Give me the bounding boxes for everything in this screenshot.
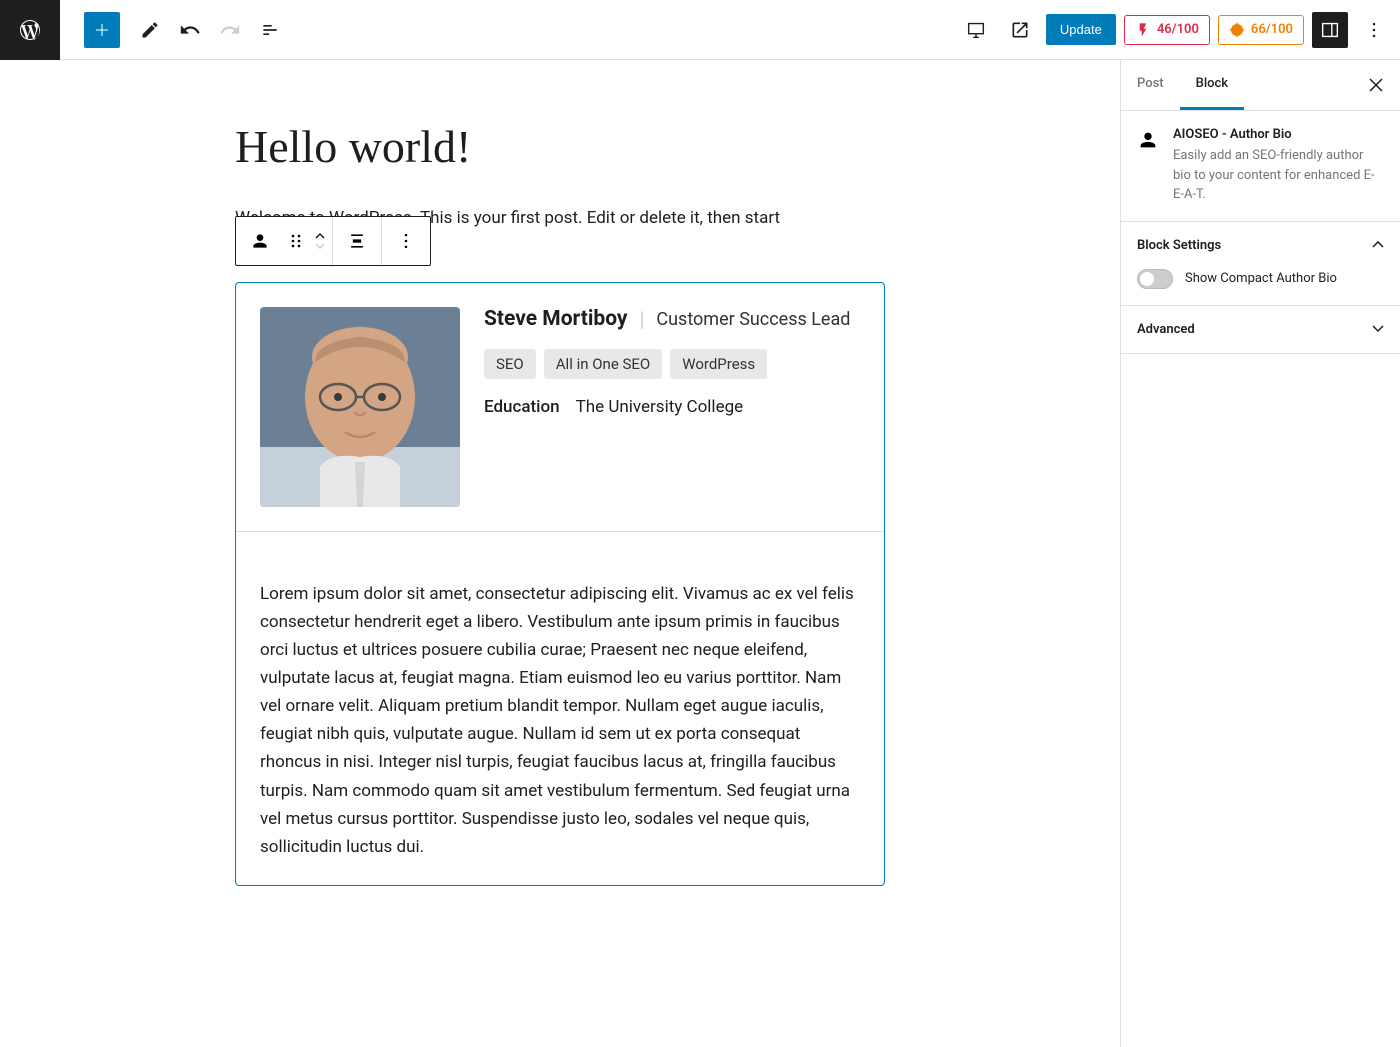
align-icon <box>347 231 367 251</box>
author-tag: WordPress <box>670 349 767 379</box>
sidebar-icon <box>1319 19 1341 41</box>
more-vertical-icon <box>1364 20 1384 40</box>
block-info-desc: Easily add an SEO-friendly author bio to… <box>1173 146 1384 205</box>
person-icon <box>250 231 270 251</box>
gear-icon <box>1229 22 1245 38</box>
section-block-settings-label: Block Settings <box>1137 238 1221 253</box>
close-sidebar-button[interactable] <box>1360 69 1392 101</box>
settings-sidebar: Post Block AIOSEO - Author Bio Easily ad… <box>1120 60 1400 1047</box>
preview-button[interactable] <box>1002 12 1038 48</box>
drag-handle[interactable] <box>284 217 308 265</box>
section-advanced[interactable]: Advanced <box>1121 306 1400 353</box>
author-name: Steve Mortiboy <box>484 307 628 331</box>
seo-score-red[interactable]: 46/100 <box>1124 15 1210 45</box>
chevron-up-icon <box>315 233 325 239</box>
block-info-icon <box>1137 129 1161 205</box>
author-tags: SEO All in One SEO WordPress <box>484 349 860 379</box>
undo-button[interactable] <box>172 12 208 48</box>
drag-icon <box>290 233 302 249</box>
block-toolbar <box>235 216 431 266</box>
external-link-icon <box>1010 20 1030 40</box>
bolt-icon <box>1135 22 1151 38</box>
update-button[interactable]: Update <box>1046 14 1116 45</box>
move-up-down[interactable] <box>308 217 332 265</box>
seo-score-orange[interactable]: 66/100 <box>1218 15 1304 45</box>
block-options-button[interactable] <box>382 217 430 265</box>
undo-icon <box>179 19 201 41</box>
chevron-up-icon <box>1372 241 1384 249</box>
tab-block[interactable]: Block <box>1180 60 1244 110</box>
toggle-compact-label: Show Compact Author Bio <box>1185 271 1337 286</box>
block-type-button[interactable] <box>236 217 284 265</box>
education-label: Education <box>484 397 560 417</box>
view-button[interactable] <box>958 12 994 48</box>
toggle-compact-bio[interactable] <box>1137 269 1173 289</box>
settings-sidebar-toggle[interactable] <box>1312 12 1348 48</box>
section-advanced-label: Advanced <box>1137 322 1195 337</box>
desktop-icon <box>965 19 987 41</box>
tools-button[interactable] <box>132 12 168 48</box>
pencil-icon <box>140 20 160 40</box>
close-icon <box>1369 78 1383 92</box>
add-block-button[interactable] <box>84 12 120 48</box>
options-button[interactable] <box>1356 12 1392 48</box>
person-icon <box>1137 129 1159 151</box>
wordpress-logo[interactable] <box>0 0 60 60</box>
author-avatar <box>260 307 460 507</box>
chevron-down-icon <box>315 243 325 249</box>
redo-button[interactable] <box>212 12 248 48</box>
seo-score-orange-value: 66/100 <box>1251 22 1293 37</box>
avatar-image <box>260 307 460 507</box>
section-block-settings[interactable]: Block Settings <box>1121 222 1400 269</box>
tab-post[interactable]: Post <box>1121 60 1180 110</box>
plus-icon <box>90 18 114 42</box>
author-bio-block[interactable]: Steve Mortiboy | Customer Success Lead S… <box>235 282 885 885</box>
redo-icon <box>219 19 241 41</box>
block-info-title: AIOSEO - Author Bio <box>1173 127 1384 142</box>
wordpress-icon <box>18 18 42 42</box>
more-vertical-icon <box>396 231 416 251</box>
author-tag: All in One SEO <box>544 349 662 379</box>
document-outline-button[interactable] <box>252 12 288 48</box>
top-toolbar: Update 46/100 66/100 <box>0 0 1400 60</box>
author-bio-text: Lorem ipsum dolor sit amet, consectetur … <box>260 580 860 860</box>
chevron-down-icon <box>1372 325 1384 333</box>
outline-icon <box>260 20 280 40</box>
author-tag: SEO <box>484 349 536 379</box>
education-value: The University College <box>576 397 744 417</box>
post-title[interactable]: Hello world! <box>235 120 885 173</box>
seo-score-red-value: 46/100 <box>1157 22 1199 37</box>
author-divider: | <box>640 307 645 331</box>
align-button[interactable] <box>333 217 381 265</box>
editor-canvas[interactable]: Hello world! Welcome to WordPress. This … <box>0 60 1120 1047</box>
author-role: Customer Success Lead <box>656 309 850 330</box>
